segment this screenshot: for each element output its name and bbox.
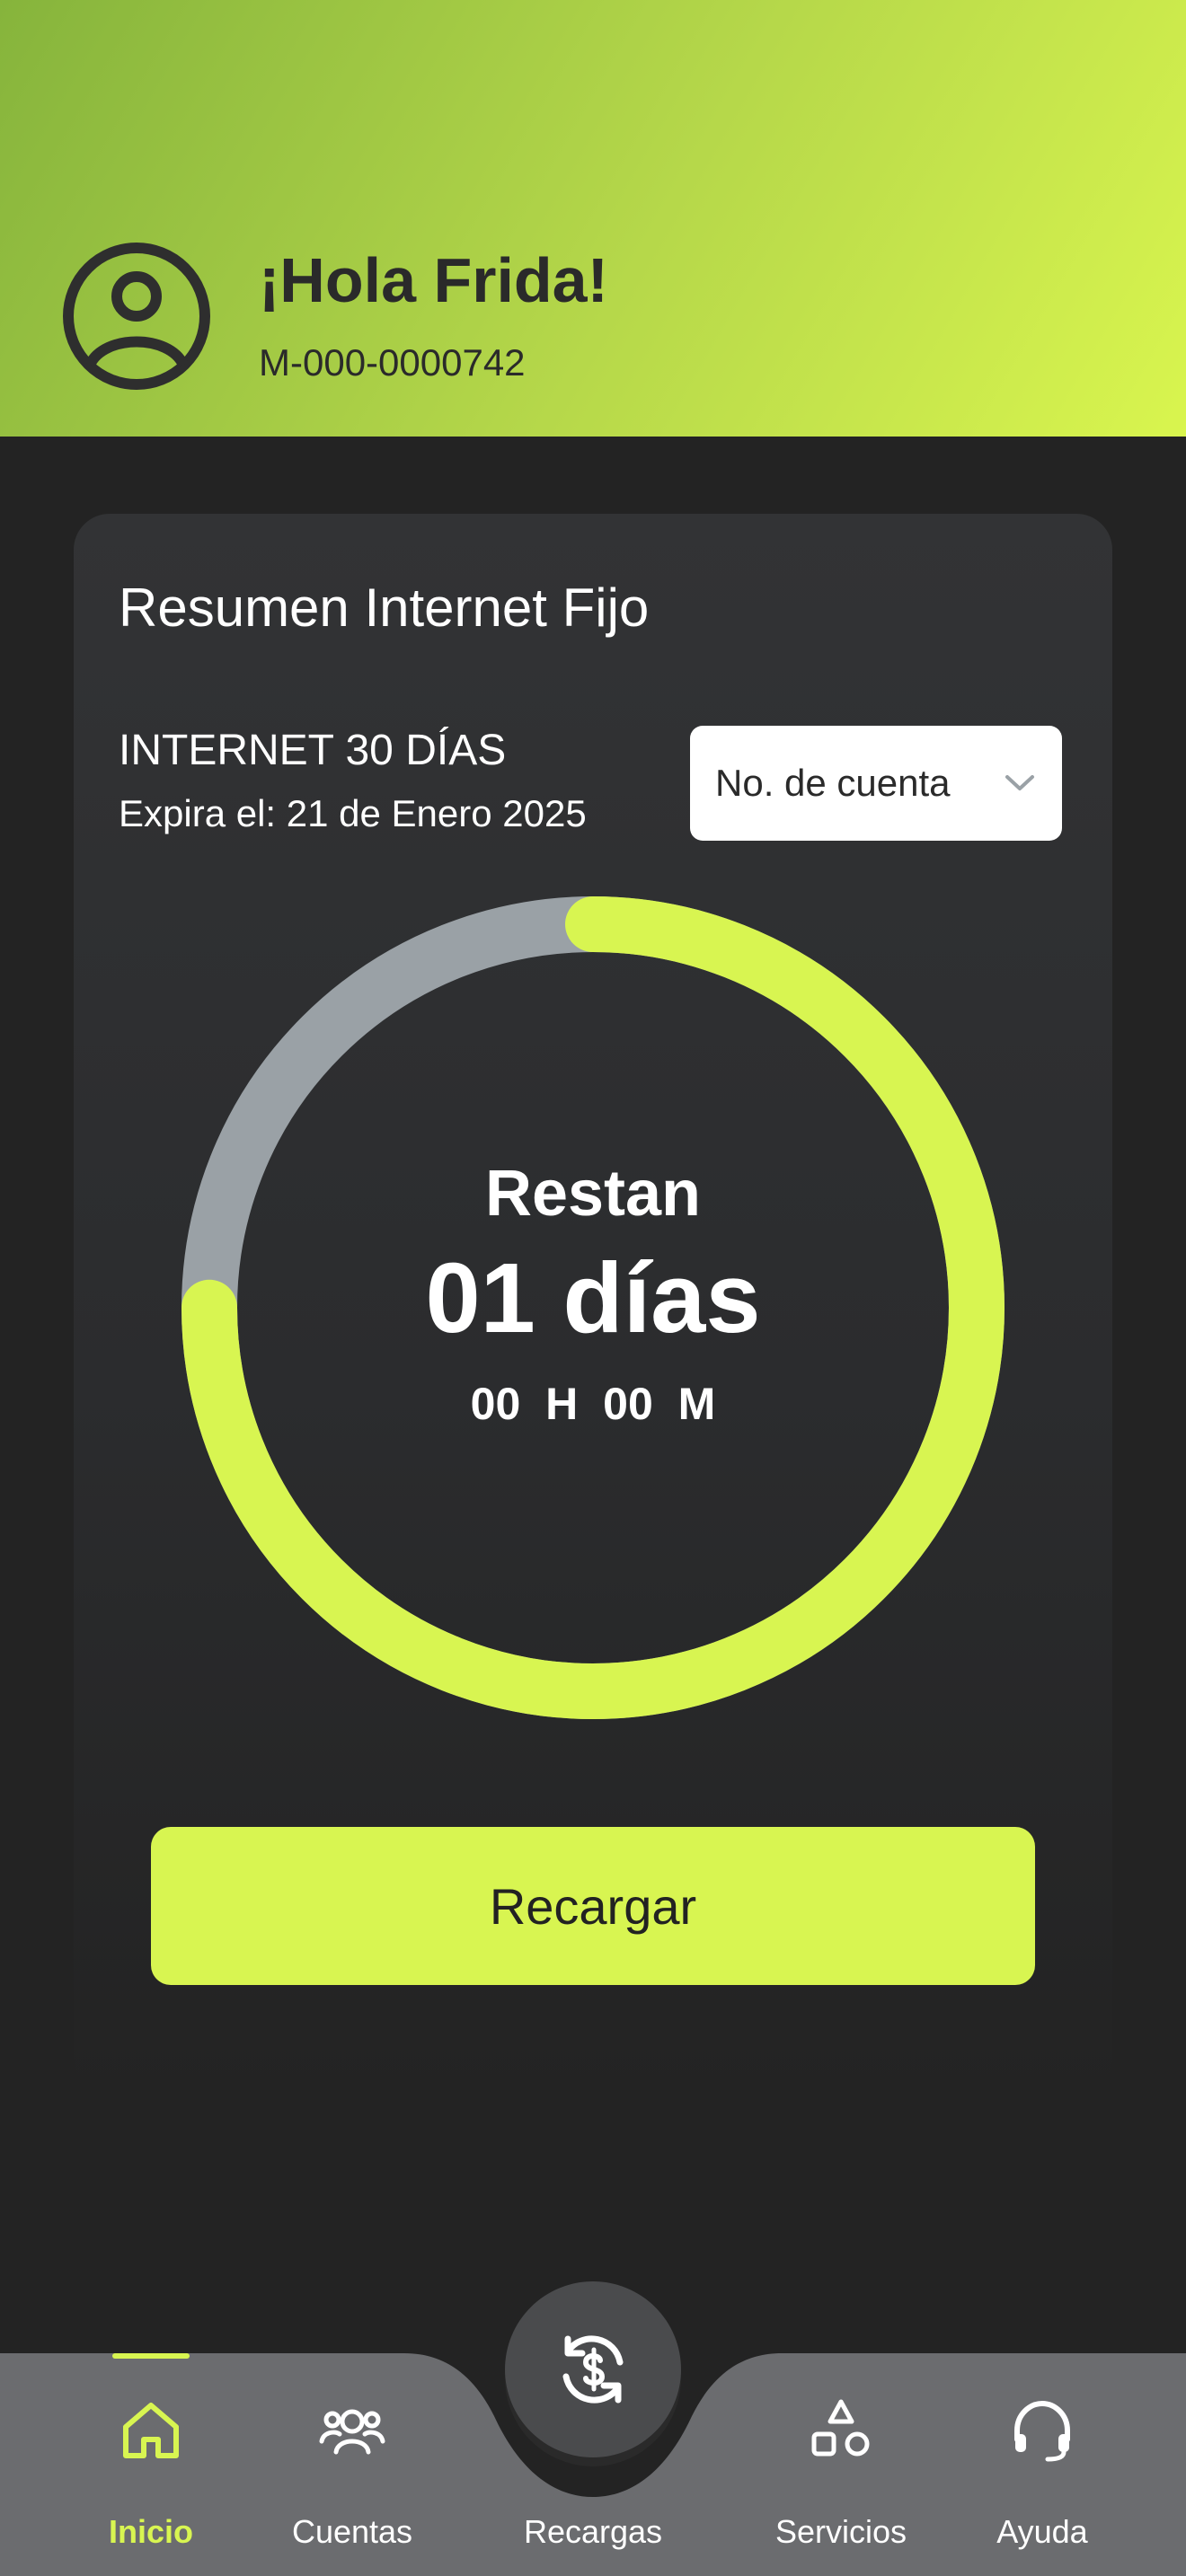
account-select[interactable]: No. de cuenta	[690, 726, 1062, 841]
greeting: ¡Hola Frida!	[259, 245, 608, 315]
card-title: Resumen Internet Fijo	[119, 578, 650, 638]
nav-item-servicios[interactable]: Servicios	[751, 2281, 931, 2576]
user-circle-icon[interactable]	[61, 241, 212, 392]
nav-label: Inicio	[108, 2513, 193, 2550]
account-select-value: No. de cuenta	[715, 762, 951, 804]
nav-label: Recargas	[523, 2513, 663, 2550]
headset-icon	[1014, 2400, 1070, 2462]
remaining-label: Restan	[484, 1158, 702, 1230]
nav-item-inicio[interactable]: Inicio	[61, 2281, 241, 2576]
active-indicator	[112, 2353, 190, 2359]
nav-label: Cuentas	[291, 2513, 413, 2550]
plan-expiry: Expira el: 21 de Enero 2025	[119, 792, 587, 834]
nav-label: Servicios	[774, 2513, 907, 2550]
plan-name: INTERNET 30 DÍAS	[119, 727, 507, 774]
nav-item-ayuda[interactable]: Ayuda	[952, 2281, 1132, 2576]
recargas-fab[interactable]	[505, 2281, 681, 2457]
ring-text: Restan 01 días 00 H 00 M	[181, 896, 1005, 1719]
header: ¡Hola Frida! M-000-0000742	[0, 0, 1186, 437]
remaining-days: 01 días	[425, 1243, 761, 1354]
nav-item-cuentas[interactable]: Cuentas	[262, 2281, 442, 2576]
internet-summary-card: Resumen Internet Fijo INTERNET 30 DÍAS E…	[74, 514, 1112, 2095]
users-icon	[319, 2409, 385, 2455]
dollar-refresh-icon	[562, 2335, 624, 2404]
recharge-button[interactable]: Recargar	[151, 1827, 1035, 1985]
nav-label: Ayuda	[996, 2513, 1088, 2550]
account-id: M-000-0000742	[259, 341, 526, 384]
chevron-down-icon	[1005, 775, 1034, 790]
remaining-hours-minutes: 00 H 00 M	[470, 1379, 716, 1429]
home-icon	[123, 2403, 179, 2458]
shapes-icon	[811, 2399, 870, 2457]
